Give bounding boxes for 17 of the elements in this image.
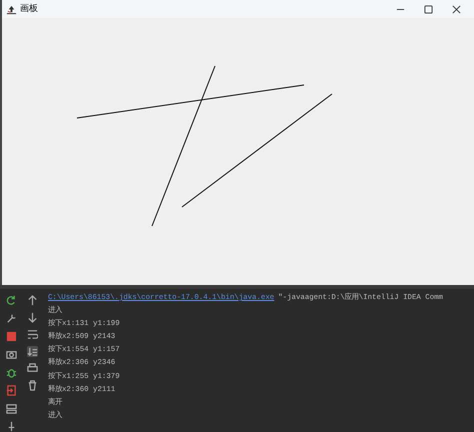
scroll-to-end-icon[interactable] — [26, 346, 38, 357]
rerun-icon[interactable] — [6, 295, 16, 306]
close-icon[interactable] — [452, 4, 460, 14]
stop-icon[interactable] — [6, 331, 16, 342]
print-icon[interactable] — [26, 363, 38, 374]
maximize-icon[interactable] — [424, 4, 432, 14]
soft-wrap-icon[interactable] — [26, 329, 38, 340]
wrench-icon[interactable] — [6, 313, 16, 324]
layout-icon[interactable] — [6, 403, 16, 414]
exit-icon[interactable] — [6, 385, 16, 396]
down-arrow-icon[interactable] — [26, 312, 38, 323]
bug-icon[interactable] — [6, 367, 16, 378]
trash-icon[interactable] — [26, 380, 38, 391]
up-arrow-icon[interactable] — [26, 295, 38, 306]
app-icon — [6, 4, 17, 14]
window-title: 画板 — [20, 2, 38, 16]
camera-icon[interactable] — [6, 349, 16, 360]
